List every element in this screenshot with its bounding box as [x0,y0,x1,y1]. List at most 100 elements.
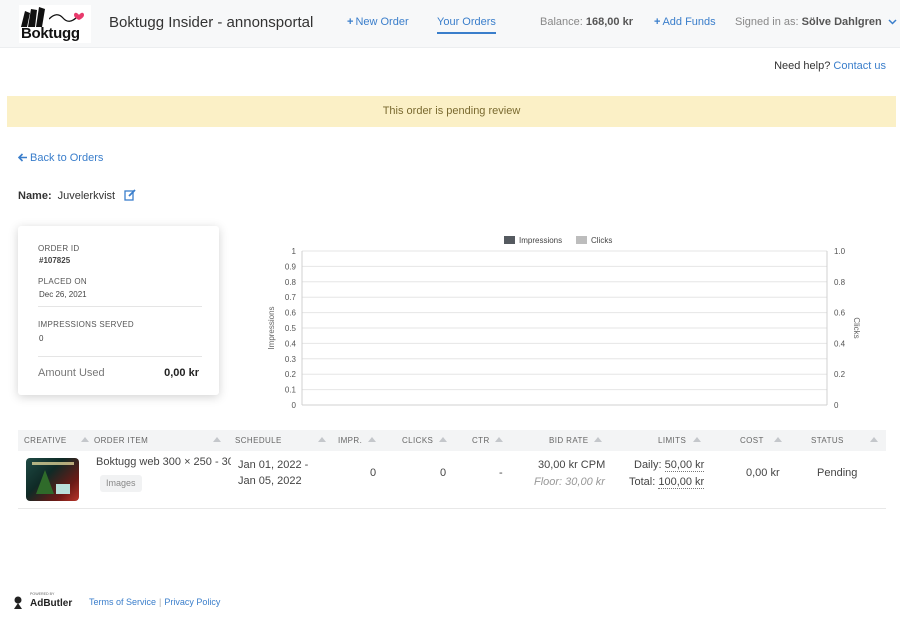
order-name-value: Juvelerkvist [57,190,116,202]
creative-thumbnail[interactable] [26,458,79,501]
col-schedule[interactable]: SCHEDULE [235,436,282,445]
arrow-left-icon [17,153,27,162]
order-name-label: Name: [18,190,52,202]
schedule-end: Jan 05, 2022 [238,475,302,487]
y-tick-label: 0.6 [285,309,297,318]
y-tick-label: 0.5 [285,324,297,333]
pending-review-alert: This order is pending review [7,96,896,127]
balance-display: Balance: 168,00 kr [540,16,633,28]
daily-limit-row: Daily: 50,00 kr [634,459,705,472]
y2-tick-label: 0.2 [834,370,846,379]
footer-links: Terms of Service | Privacy Policy [89,597,220,607]
y-tick-label: 0.9 [285,262,297,271]
y-tick-label: 0.4 [285,339,297,348]
signed-in-label: Signed in as: [735,16,799,28]
total-limit-value[interactable]: 100,00 kr [658,476,705,489]
signed-in-user: Sölve Dahlgren [801,16,882,28]
item-type-badge: Images [100,475,142,492]
col-clicks[interactable]: CLICKS [402,436,433,445]
sort-icon[interactable] [693,437,701,442]
amount-used-value: 0,00 kr [164,367,199,379]
plus-icon: + [347,16,354,28]
order-id-value: #107825 [39,256,71,265]
impressions-cell: 0 [370,467,377,479]
bid-rate-cell: 30,00 kr CPM [538,459,606,471]
thumbnail-gift [56,484,70,494]
adbutler-wordmark: AdButler [30,598,72,609]
sort-icon[interactable] [81,437,89,442]
sort-icon[interactable] [495,437,503,442]
order-summary-card: ORDER ID #107825 PLACED ON Dec 26, 2021 … [18,226,219,395]
y2-tick-label: 0.8 [834,278,846,287]
help-line: Need help? Contact us [774,60,886,72]
y-tick-label: 0.3 [285,355,297,364]
order-items-table: CREATIVE ORDER ITEM SCHEDULE IMPR. CLICK… [18,430,886,509]
site-title: Boktugg Insider - annonsportal [109,14,314,31]
card-divider [38,356,202,357]
nav-add-funds[interactable]: + Add Funds [654,16,716,28]
plus-icon: + [654,16,661,28]
privacy-link[interactable]: Privacy Policy [164,597,220,607]
y2-axis-label: Clicks [852,317,861,338]
table-row[interactable]: Boktugg web 300 × 250 - 30 Images Jan 01… [18,451,886,509]
legend-swatch [504,236,515,244]
y-tick-label: 0.2 [285,370,297,379]
y-tick-label: 0.8 [285,278,297,287]
user-menu[interactable]: Signed in as: Sölve Dahlgren [735,16,897,28]
amount-used-label: Amount Used [38,367,105,379]
clicks-cell: 0 [440,467,447,479]
adbutler-logo[interactable]: POWERED BY AdButler [13,589,73,614]
sort-icon[interactable] [318,437,326,442]
powered-by-text: POWERED BY [30,592,55,596]
back-to-orders-link[interactable]: Back to Orders [17,152,103,164]
sort-icon[interactable] [594,437,602,442]
nav-new-order-label: New Order [355,16,409,28]
sort-icon[interactable] [774,437,782,442]
y-axis-label: Impressions [267,306,276,349]
order-item-name[interactable]: Boktugg web 300 × 250 - 30 [96,456,231,468]
sort-icon[interactable] [439,437,447,442]
col-creative[interactable]: CREATIVE [24,436,67,445]
legend-label: Clicks [591,236,612,245]
col-cost[interactable]: COST [740,436,764,445]
col-ctr[interactable]: CTR [472,436,490,445]
terms-link[interactable]: Terms of Service [89,597,156,607]
order-id-label: ORDER ID [38,244,80,253]
status-cell: Pending [817,467,858,479]
y-tick-label: 0.7 [285,293,297,302]
col-status[interactable]: STATUS [811,436,844,445]
impressions-served-value: 0 [39,334,44,343]
balance-value: 168,00 kr [585,16,633,28]
daily-limit-value[interactable]: 50,00 kr [664,459,705,472]
books-icon [21,7,45,27]
nav-your-orders[interactable]: Your Orders [437,16,496,34]
legend-label: Impressions [519,236,562,245]
sort-icon[interactable] [870,437,878,442]
balance-label: Balance: [540,16,583,28]
ctr-cell: - [499,467,503,479]
sort-icon[interactable] [213,437,221,442]
contact-us-link[interactable]: Contact us [833,60,886,72]
daily-label: Daily: [634,459,662,471]
sort-icon[interactable] [368,437,376,442]
thumbnail-lights [32,462,74,465]
footer-separator: | [159,597,162,607]
col-impr[interactable]: IMPR. [338,436,362,445]
col-limits[interactable]: LIMITS [658,436,686,445]
total-limit-row: Total: 100,00 kr [629,476,705,489]
boktugg-logo[interactable]: Boktugg [19,5,91,43]
y2-tick-label: 0.4 [834,339,846,348]
top-header: Boktugg Boktugg Insider - annonsportal +… [0,0,900,48]
schedule-start: Jan 01, 2022 - [238,459,309,471]
col-bid-rate[interactable]: BID RATE [549,436,589,445]
card-divider [38,306,202,307]
adbutler-logo-icon: POWERED BY AdButler [14,592,72,609]
y-tick-label: 0.1 [285,386,297,395]
y-tick-label: 0 [292,401,297,410]
order-name-row: Name: Juvelerkvist [18,189,136,202]
edit-icon[interactable] [124,189,136,201]
table-header: CREATIVE ORDER ITEM SCHEDULE IMPR. CLICK… [18,430,886,451]
nav-new-order[interactable]: + New Order [347,16,409,28]
y2-tick-label: 0.6 [834,309,846,318]
col-order-item[interactable]: ORDER ITEM [94,436,148,445]
